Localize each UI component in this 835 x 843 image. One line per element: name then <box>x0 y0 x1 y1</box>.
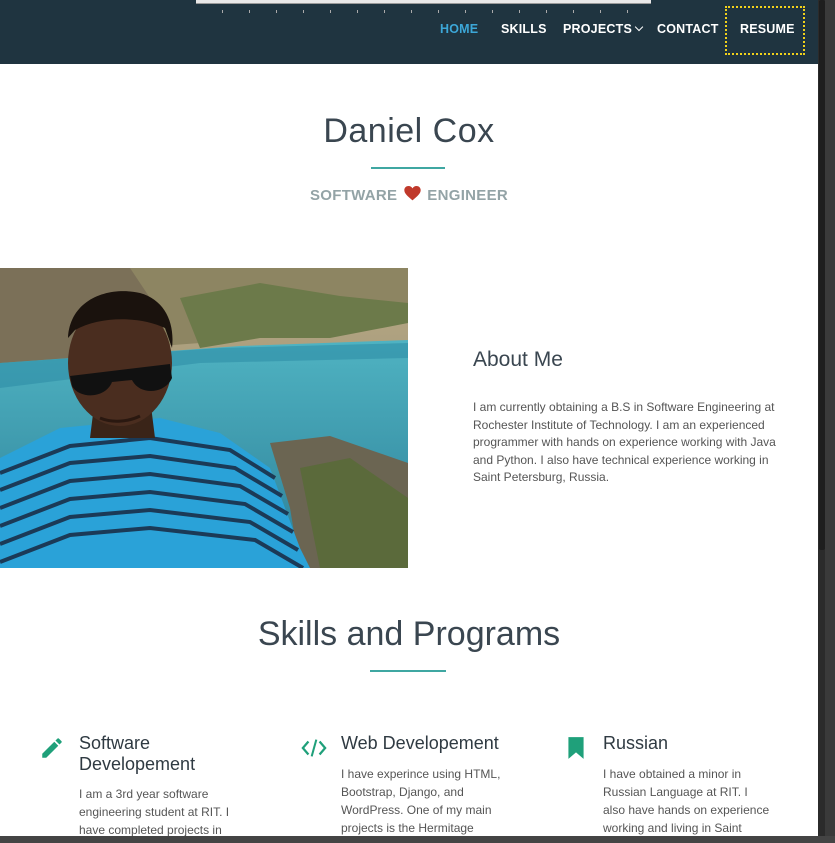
skill-title: Software Developement <box>79 733 196 774</box>
page-title: Daniel Cox <box>323 112 495 150</box>
navbar: HOME SKILLS PROJECTS CONTACT RESUME <box>0 0 818 64</box>
skill-text: I have obtained a minor in Russian Langu… <box>603 767 770 835</box>
skills-title: Skills and Programs <box>257 615 561 653</box>
window-edge <box>825 0 835 843</box>
skill-text: I have experince using HTML, Bootstrap, … <box>341 767 501 835</box>
about-text: I am currently obtaining a B.S in Softwa… <box>473 400 776 485</box>
subtitle-left: SOFTWARE <box>309 187 398 204</box>
chevron-down-icon <box>634 22 644 32</box>
hero-subtitle: SOFTWARE ENGINEER <box>0 186 818 204</box>
profile-photo <box>0 268 408 568</box>
pencil-icon <box>42 738 62 758</box>
bookmark-icon <box>568 737 584 759</box>
skill-title: Russian <box>603 733 669 753</box>
nav-skills[interactable]: SKILLS <box>501 22 547 36</box>
window-edge-bottom <box>0 836 835 843</box>
skill-text: I am a 3rd year software engineering stu… <box>79 787 230 836</box>
nav-resume[interactable]: RESUME <box>740 22 795 36</box>
skill-title: Web Developement <box>341 733 499 753</box>
subtitle-right: ENGINEER <box>427 187 509 204</box>
nav-home[interactable]: HOME <box>440 22 478 36</box>
nav-contact[interactable]: CONTACT <box>657 22 719 36</box>
nav-projects-label: PROJECTS <box>563 22 632 36</box>
skills-underline <box>370 670 446 672</box>
about-title: About Me <box>473 348 563 371</box>
top-strip <box>196 0 651 13</box>
title-underline <box>371 167 445 169</box>
code-icon <box>301 739 327 757</box>
page: HOME SKILLS PROJECTS CONTACT RESUME Dani… <box>0 0 818 836</box>
nav-projects[interactable]: PROJECTS <box>563 22 644 36</box>
heart-icon <box>404 186 421 201</box>
